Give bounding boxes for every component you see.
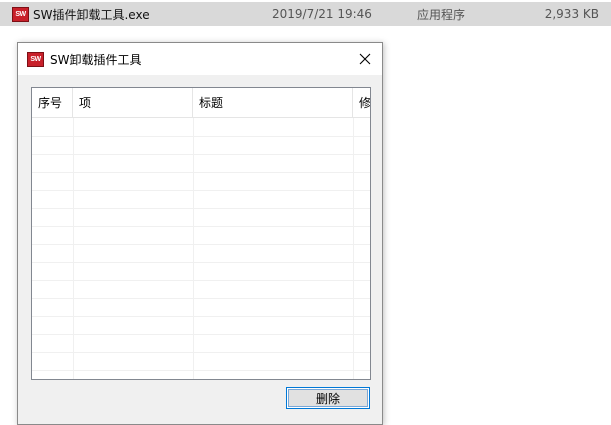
dialog-titlebar[interactable]: SW SW卸载插件工具	[18, 43, 382, 75]
grid-row-line	[32, 370, 370, 371]
delete-button[interactable]: 删除	[286, 387, 370, 409]
grid-row-line	[32, 262, 370, 263]
close-icon	[359, 53, 371, 65]
sw-app-icon: SW	[12, 6, 29, 22]
uninstall-dialog: SW SW卸载插件工具 序号 项 标题 修 删除	[17, 42, 383, 425]
grid-column-line	[193, 118, 194, 379]
column-header-modified[interactable]: 修	[353, 88, 370, 118]
grid-column-line	[353, 118, 354, 379]
grid-row-line	[32, 154, 370, 155]
file-size: 2,933 KB	[544, 7, 599, 21]
grid-row-line	[32, 244, 370, 245]
sw-app-icon: SW	[27, 51, 44, 67]
file-type: 应用程序	[417, 7, 466, 22]
grid-row-line	[32, 316, 370, 317]
column-header-index[interactable]: 序号	[32, 88, 73, 118]
grid-row-line	[32, 352, 370, 353]
list-header: 序号 项 标题 修	[32, 88, 370, 118]
plugin-list[interactable]: 序号 项 标题 修	[31, 87, 371, 380]
column-header-title[interactable]: 标题	[193, 88, 353, 118]
file-date: 2019/7/21 19:46	[272, 7, 372, 21]
grid-row-line	[32, 298, 370, 299]
grid-row-line	[32, 190, 370, 191]
column-header-item[interactable]: 项	[73, 88, 193, 118]
grid-row-line	[32, 136, 370, 137]
close-button[interactable]	[348, 43, 382, 75]
grid-row-line	[32, 334, 370, 335]
file-name: SW插件卸载工具.exe	[33, 7, 150, 22]
grid-column-line	[73, 118, 74, 379]
explorer-file-row[interactable]: SW SW插件卸载工具.exe 2019/7/21 19:46 应用程序 2,9…	[0, 2, 611, 26]
grid-row-line	[32, 280, 370, 281]
dialog-title: SW卸载插件工具	[50, 52, 142, 67]
grid-row-line	[32, 172, 370, 173]
grid-row-line	[32, 208, 370, 209]
grid-row-line	[32, 226, 370, 227]
